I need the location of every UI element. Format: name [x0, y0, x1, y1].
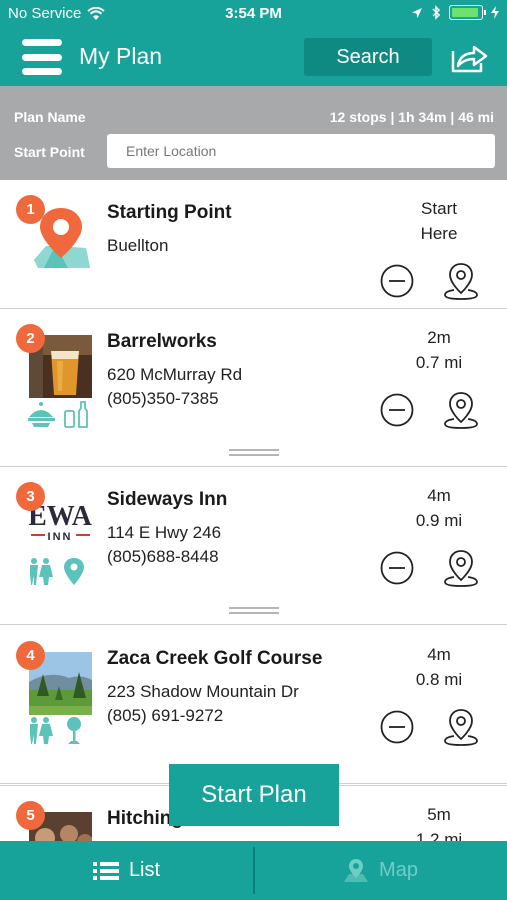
stop-travel-time: 4m: [427, 486, 451, 505]
tab-list[interactable]: List: [0, 841, 253, 900]
stop-number-badge: 2: [16, 324, 45, 353]
hamburger-menu-icon[interactable]: [22, 39, 62, 75]
remove-stop-button[interactable]: [380, 551, 414, 585]
golf-icon: [67, 717, 81, 744]
stop-number-badge: 4: [16, 641, 45, 670]
stop-address: Buellton: [107, 236, 169, 255]
remove-stop-button[interactable]: [380, 393, 414, 427]
status-bar: No Service 3:54 PM: [0, 0, 507, 30]
stop-distance: 0.8 mi: [415, 670, 463, 689]
stop-travel-time: 2m: [427, 328, 451, 347]
family-icon: [30, 558, 53, 585]
remove-stop-button[interactable]: [380, 710, 414, 744]
list-item[interactable]: 2 Barrelworks 620 McMurray Rd (805)350-7…: [0, 309, 507, 467]
stop-travel-time: 5m: [427, 805, 451, 824]
share-icon[interactable]: [450, 41, 488, 73]
stop-number-badge: 5: [16, 801, 45, 830]
list-icon: [92, 861, 119, 880]
stop-name: Zaca Creek Golf Course: [107, 648, 323, 669]
category-icons: [28, 401, 88, 428]
list-item[interactable]: 1 Starting Point Buellton Start Here: [0, 180, 507, 309]
stop-number-badge: 3: [16, 482, 45, 511]
view-on-map-pin-icon[interactable]: [443, 706, 479, 746]
search-button[interactable]: Search: [304, 38, 432, 76]
map-icon: [344, 858, 369, 882]
stop-number-badge: 1: [16, 195, 45, 224]
start-point-input[interactable]: [107, 134, 495, 168]
stop-distance: Here: [420, 224, 458, 243]
app-header: My Plan Search: [0, 30, 507, 86]
start-plan-button[interactable]: Start Plan: [169, 764, 339, 826]
stop-address: 620 McMurray Rd: [107, 365, 243, 384]
stop-address: 223 Shadow Mountain Dr: [107, 682, 299, 701]
plan-summary: 12 stops | 1h 34m | 46 mi: [329, 109, 494, 125]
location-services-icon: [412, 7, 422, 18]
family-icon: [30, 717, 53, 744]
bluetooth-icon: [432, 5, 441, 20]
tab-list-label: List: [128, 859, 161, 881]
view-on-map-pin-icon[interactable]: [443, 260, 479, 300]
location-icon: [64, 558, 84, 585]
stop-name: Starting Point: [107, 202, 232, 223]
stop-phone[interactable]: (805)688-8448: [107, 547, 219, 567]
stop-name: Sideways Inn: [107, 489, 228, 510]
start-point-label: Start Point: [14, 144, 85, 160]
view-on-map-pin-icon[interactable]: [443, 547, 479, 587]
category-icons: [30, 558, 84, 585]
stop-list[interactable]: 1 Starting Point Buellton Start Here 2 B…: [0, 180, 507, 841]
drag-handle[interactable]: [229, 449, 279, 457]
battery-icon: [449, 5, 486, 20]
page-title: My Plan: [79, 43, 163, 69]
stop-address: 114 E Hwy 246: [107, 523, 222, 542]
tab-map-label: Map: [379, 859, 418, 881]
charging-icon: [491, 6, 499, 19]
stop-phone[interactable]: (805) 691-9272: [107, 706, 223, 726]
stop-distance: 0.9 mi: [415, 511, 463, 530]
thumbnail-logo-subtext: INN: [48, 531, 73, 543]
stop-travel-time: Start: [421, 199, 457, 218]
list-item[interactable]: 3 EWA INN Sideways Inn 114 E Hwy 246 (80…: [0, 467, 507, 625]
dining-icon: [28, 402, 55, 427]
drinks-icon: [64, 401, 88, 428]
view-on-map-pin-icon[interactable]: [443, 389, 479, 429]
remove-stop-button[interactable]: [380, 264, 414, 298]
list-item[interactable]: 4 Zaca Creek Golf Course 223 Shadow Moun…: [0, 626, 507, 784]
stop-travel-time: 4m: [427, 645, 451, 664]
plan-name-label: Plan Name: [14, 109, 86, 125]
stop-distance: 1.2 mi: [415, 830, 463, 841]
category-icons: [30, 717, 81, 744]
tab-map[interactable]: Map: [254, 841, 507, 900]
stop-phone[interactable]: (805)350-7385: [107, 389, 219, 409]
plan-info-bar: Plan Name 12 stops | 1h 34m | 46 mi Star…: [0, 86, 507, 180]
stop-distance: 0.7 mi: [415, 353, 463, 372]
stop-name: Barrelworks: [107, 331, 217, 352]
bottom-tab-bar: List Map: [0, 841, 507, 900]
drag-handle[interactable]: [229, 607, 279, 615]
